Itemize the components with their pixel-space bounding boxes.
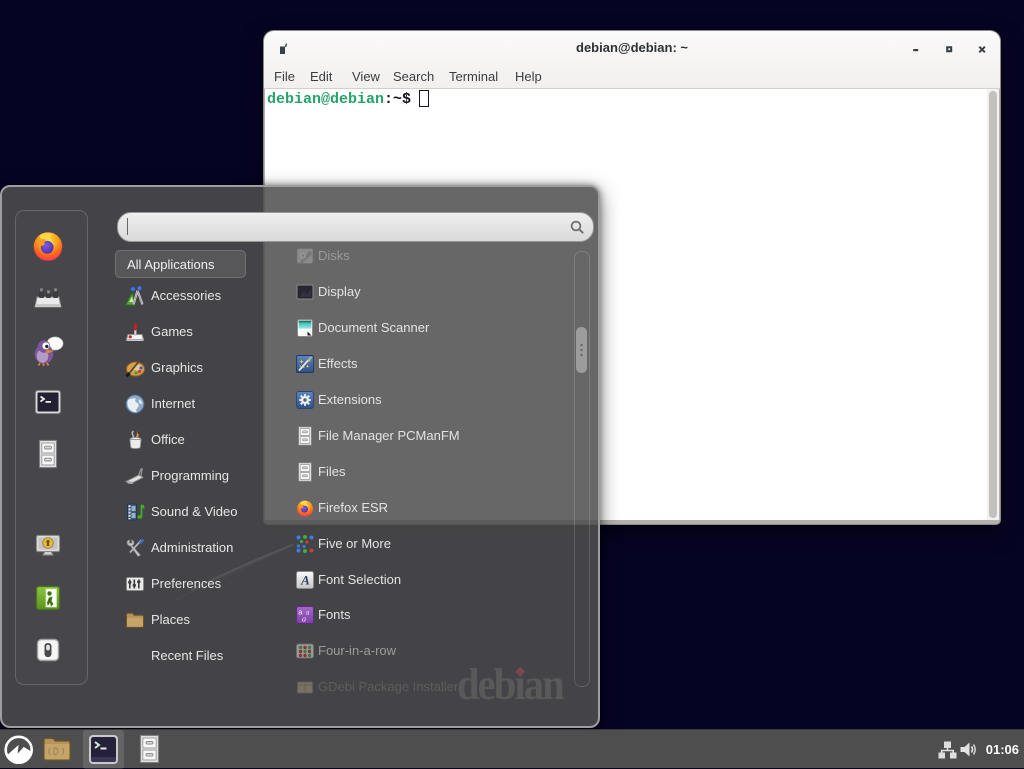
svg-text:a: a: [302, 613, 306, 623]
svg-text:A: A: [300, 572, 310, 587]
